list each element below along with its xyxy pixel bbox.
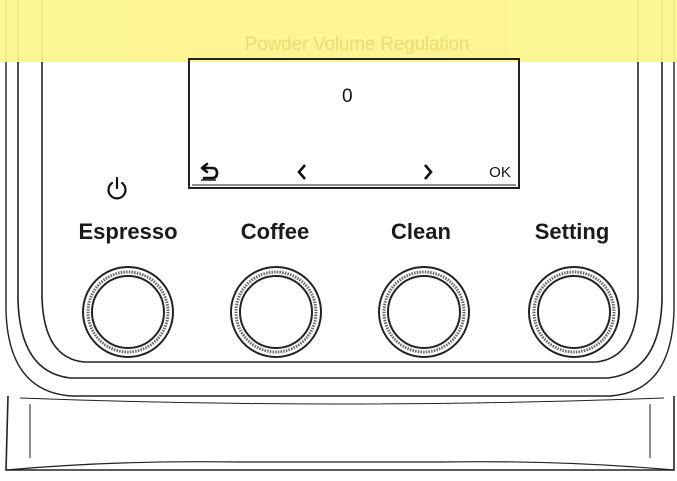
- left-key[interactable]: [292, 160, 312, 184]
- setting-button[interactable]: [526, 264, 622, 360]
- chevron-right-icon: [424, 164, 433, 180]
- power-icon: [107, 176, 127, 200]
- coffee-button-ring: [230, 266, 322, 358]
- display-value: 0: [342, 86, 353, 107]
- coffee-button[interactable]: [228, 264, 324, 360]
- right-key[interactable]: [418, 160, 438, 184]
- return-icon: [200, 162, 219, 181]
- espresso-button[interactable]: [80, 264, 176, 360]
- coffee-label: Coffee: [240, 219, 310, 244]
- setting-button-ring: [528, 266, 620, 358]
- espresso-button-ring: [82, 266, 174, 358]
- clean-button[interactable]: [376, 264, 472, 360]
- clean-label: Clean: [391, 219, 451, 244]
- clean-button-ring: [378, 266, 470, 358]
- setting-label: Setting: [534, 219, 610, 244]
- espresso-label: Espresso: [78, 219, 178, 244]
- ok-key[interactable]: OK: [482, 160, 518, 184]
- chevron-left-icon: [297, 164, 306, 180]
- lcd-display: [188, 58, 520, 189]
- return-key[interactable]: [197, 160, 221, 184]
- banner-title: Powder Volume Regulation: [244, 34, 470, 55]
- title-banner: Powder Volume Regulation: [0, 0, 677, 62]
